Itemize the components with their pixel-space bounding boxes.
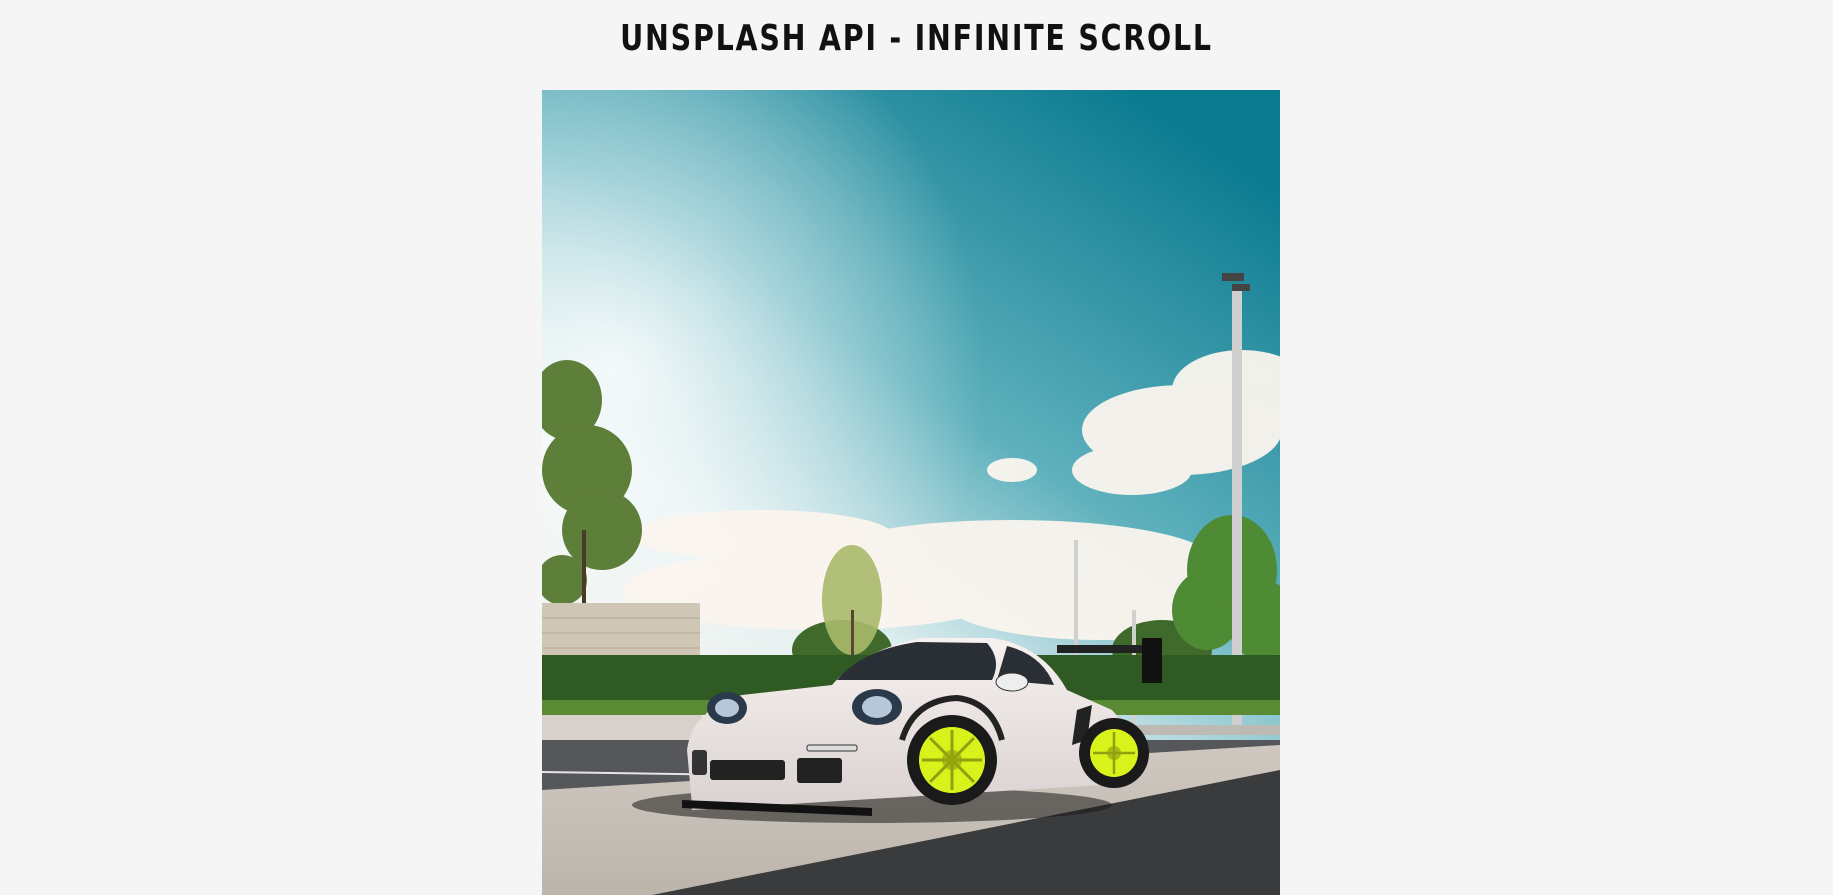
- rear-wheel: [1079, 718, 1149, 788]
- image-container: [542, 90, 1280, 895]
- page-title: UNSPLASH API - INFINITE SCROLL: [620, 18, 1213, 59]
- front-wheel: [907, 715, 997, 805]
- gallery-photo[interactable]: [542, 90, 1280, 895]
